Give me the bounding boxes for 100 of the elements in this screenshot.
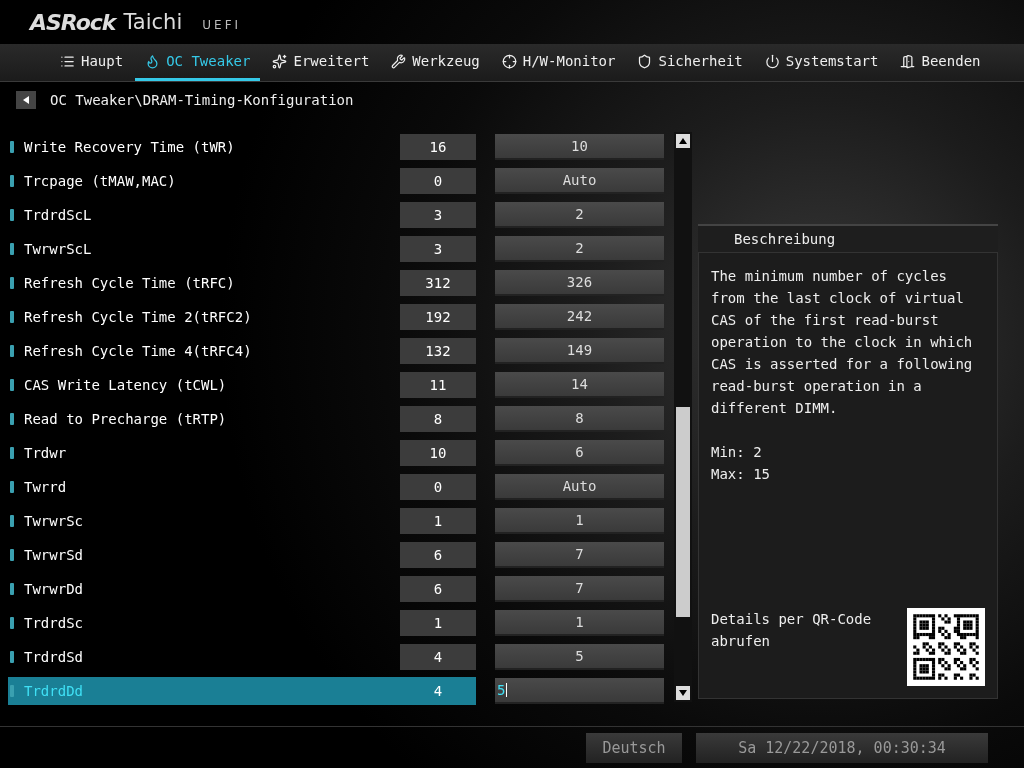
setting-row[interactable]: Trcpage (tMAW,MAC) 0 xyxy=(8,167,476,195)
setting-row[interactable]: Read to Precharge (tRTP) 8 xyxy=(8,405,476,433)
setting-row[interactable]: Refresh Cycle Time 2(tRFC2) 192 xyxy=(8,303,476,331)
setting-value-field[interactable]: Auto xyxy=(495,168,664,194)
setting-name: Write Recovery Time (tWR) xyxy=(24,139,236,155)
nav-tab[interactable]: OC Tweaker xyxy=(135,44,261,81)
mode-label: UEFI xyxy=(202,18,242,32)
setting-value-field[interactable]: 5 xyxy=(495,644,664,670)
setting-value-field[interactable]: 149 xyxy=(495,338,664,364)
max-value: Max: 15 xyxy=(711,465,771,484)
setting-row[interactable]: TrdrdScL 3 xyxy=(8,201,476,229)
setting-row[interactable]: TwrwrSd 6 xyxy=(8,541,476,569)
nav-tab[interactable]: Systemstart xyxy=(754,44,889,81)
item-marker-icon xyxy=(10,413,14,425)
item-marker-icon xyxy=(10,175,14,187)
setting-value-field[interactable]: 6 xyxy=(495,440,664,466)
product-name: Taichi xyxy=(123,10,183,34)
setting-name: Refresh Cycle Time 4(tRFC4) xyxy=(24,343,253,359)
setting-row[interactable]: Write Recovery Time (tWR) 16 xyxy=(8,133,476,161)
list-icon xyxy=(60,53,75,69)
setting-name: TwrwrSd xyxy=(24,547,84,563)
setting-value-field[interactable]: 8 xyxy=(495,406,664,432)
item-marker-icon xyxy=(10,141,14,153)
nav-tab[interactable]: Haupt xyxy=(50,44,134,81)
item-marker-icon xyxy=(10,311,14,323)
setting-value-field[interactable]: 2 xyxy=(495,236,664,262)
setting-name: TrdrdSd xyxy=(24,649,84,665)
shield-icon xyxy=(637,53,653,69)
nav-tab[interactable]: Beenden xyxy=(890,44,991,81)
item-marker-icon xyxy=(10,209,14,221)
selected-setting-row[interactable]: TrdrdDd 4 xyxy=(8,677,476,705)
current-value: 1 xyxy=(400,508,476,534)
setting-value-field[interactable]: Auto xyxy=(495,474,664,500)
current-value: 6 xyxy=(400,576,476,602)
setting-value-field[interactable]: 1 xyxy=(495,508,664,534)
setting-row[interactable]: Twrrd 0 xyxy=(8,473,476,501)
setting-value-field[interactable]: 242 xyxy=(495,304,664,330)
nav-tab[interactable]: Erweitert xyxy=(262,44,380,81)
item-marker-icon xyxy=(10,345,14,357)
setting-row[interactable]: Refresh Cycle Time 4(tRFC4) 132 xyxy=(8,337,476,365)
scroll-down-button[interactable] xyxy=(676,686,690,700)
scroll-up-button[interactable] xyxy=(676,134,690,148)
setting-row[interactable]: TrdrdSc 1 xyxy=(8,609,476,637)
power-icon xyxy=(764,53,780,69)
current-value: 4 xyxy=(400,644,476,670)
language-button[interactable]: Deutsch xyxy=(586,732,682,763)
down-triangle-icon xyxy=(679,690,687,696)
current-value: 6 xyxy=(400,542,476,568)
door-icon xyxy=(900,53,916,69)
current-value: 10 xyxy=(400,440,476,466)
setting-name: Trcpage (tMAW,MAC) xyxy=(24,173,177,189)
item-marker-icon xyxy=(10,549,14,561)
setting-name: Twrrd xyxy=(24,479,68,495)
scrollbar[interactable] xyxy=(674,132,692,702)
setting-name: Refresh Cycle Time (tRFC) xyxy=(24,275,236,291)
current-value: 11 xyxy=(400,372,476,398)
panel-title: Beschreibung xyxy=(698,224,998,252)
current-value: 8 xyxy=(400,406,476,432)
item-marker-icon xyxy=(10,379,14,391)
setting-name: TrdrdSc xyxy=(24,615,84,631)
current-value: 1 xyxy=(400,610,476,636)
date-time: Sa 12/22/2018, 00:30:34 xyxy=(696,732,988,763)
setting-row[interactable]: TrdrdSd 4 xyxy=(8,643,476,671)
brand-logo: ASRock xyxy=(30,9,116,35)
scroll-thumb[interactable] xyxy=(676,407,690,617)
back-button[interactable] xyxy=(16,91,36,109)
wrench-icon xyxy=(391,53,407,69)
setting-value-field[interactable]: 10 xyxy=(495,134,664,160)
description-text: The minimum number of cycles from the last clock of virtual CAS of the first read-burst operation to the clock in which CAS is asserted for a following read-burst operation in a different DIMM. xyxy=(711,267,974,418)
setting-name: TrdrdDd xyxy=(24,683,84,699)
setting-name: TwrwrScL xyxy=(24,241,93,257)
setting-value-field[interactable]: 7 xyxy=(495,576,664,602)
nav-tab[interactable]: H/W-Monitor xyxy=(491,44,626,81)
current-value: 16 xyxy=(400,134,476,160)
setting-name: Refresh Cycle Time 2(tRFC2) xyxy=(24,309,253,325)
current-value: 3 xyxy=(400,202,476,228)
item-marker-icon xyxy=(10,277,14,289)
item-marker-icon xyxy=(10,651,14,663)
setting-name: TwrwrDd xyxy=(24,581,84,597)
setting-row[interactable]: TwrwrScL 3 xyxy=(8,235,476,263)
setting-value-field[interactable]: 2 xyxy=(495,202,664,228)
up-triangle-icon xyxy=(679,138,687,144)
setting-row[interactable]: TwrwrSc 1 xyxy=(8,507,476,535)
setting-value-field[interactable]: 326 xyxy=(495,270,664,296)
setting-value-field[interactable]: 7 xyxy=(495,542,664,568)
item-marker-icon xyxy=(10,243,14,255)
current-value: 192 xyxy=(400,304,476,330)
setting-row[interactable]: Trdwr 10 xyxy=(8,439,476,467)
nav-tab[interactable]: Werkzeug xyxy=(381,44,490,81)
setting-name: Read to Precharge (tRTP) xyxy=(24,411,228,427)
nav-tab[interactable]: Sicherheit xyxy=(627,44,753,81)
setting-name: TwrwrSc xyxy=(24,513,84,529)
setting-value-field[interactable]: 5 xyxy=(495,678,664,704)
setting-row[interactable]: Refresh Cycle Time (tRFC) 312 xyxy=(8,269,476,297)
current-value: 0 xyxy=(400,168,476,194)
setting-row[interactable]: TwrwrDd 6 xyxy=(8,575,476,603)
setting-value-field[interactable]: 1 xyxy=(495,610,664,636)
setting-value-field[interactable]: 14 xyxy=(495,372,664,398)
setting-row[interactable]: CAS Write Latency (tCWL) 11 xyxy=(8,371,476,399)
star-icon xyxy=(272,53,288,69)
